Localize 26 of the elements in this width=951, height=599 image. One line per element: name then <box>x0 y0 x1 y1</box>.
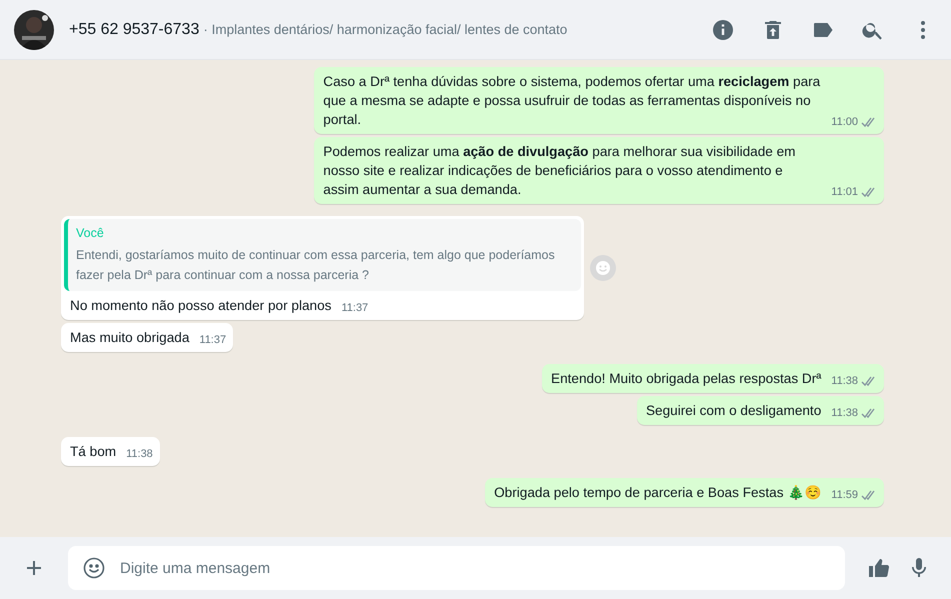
message-time: 11:38 <box>126 447 153 462</box>
quote-author: Você <box>76 225 105 242</box>
message-text: Podemos realizar uma ação de divulgação para melhorar sua visibilidade em nosso site e realizar indicações de beneficiários para o vosso atendimento e assim aumentar a sua demanda. <box>323 143 797 199</box>
message-text: Entendo! Muito obrigada pelas respostas Drª <box>551 370 822 388</box>
message-text: Obrigada pelo tempo de parceria e Boas Festas 🎄☺ <box>494 484 822 502</box>
message-text: Mas muito obrigada <box>70 329 190 347</box>
quoted-message[interactable]: Você Entendi, gostaríamos muito de continuar com essa parceria, tem algo que poderíamos fazer pela Drª para continuar com a nossa parceria ? <box>64 219 581 291</box>
message-time: 11:37 <box>341 301 368 316</box>
smiley-icon <box>595 260 611 276</box>
message-time: 11:00 <box>831 115 858 130</box>
message-time: 11:59 <box>831 488 858 503</box>
message-text: No momento não posso atender por planos <box>70 297 332 315</box>
message-time: 11:38 <box>831 406 858 421</box>
message-text: Seguirei com o desligamento <box>646 402 822 420</box>
info-icon[interactable] <box>711 18 735 42</box>
message-text: Caso a Drª tenha dúvidas sobre o sistema, podemos ofertar uma reciclagem para que a mesma se adapte e possa usufruir de todas as ferramentas disponíveis no portal. <box>323 73 822 129</box>
contact-info: · Implantes dentários/ harmonização facial/ lentes de contato <box>203 22 568 36</box>
message-field[interactable]: Digite uma mensagem <box>68 546 845 590</box>
quote-text: Entendi, gostaríamos muito de continuar com essa parceria, tem algo que poderíamos fazer pela Drª para continuar com a nossa parceria ? <box>76 247 556 284</box>
thumbs-up-icon[interactable] <box>867 556 891 580</box>
contact-name: +55 62 9537-6733 <box>69 20 200 38</box>
message-time: 11:38 <box>831 374 858 389</box>
message-time: 11:01 <box>831 185 858 200</box>
message-text: Tá bom <box>70 443 116 461</box>
message-time: 11:37 <box>199 333 226 348</box>
emoji-icon[interactable] <box>82 556 106 580</box>
